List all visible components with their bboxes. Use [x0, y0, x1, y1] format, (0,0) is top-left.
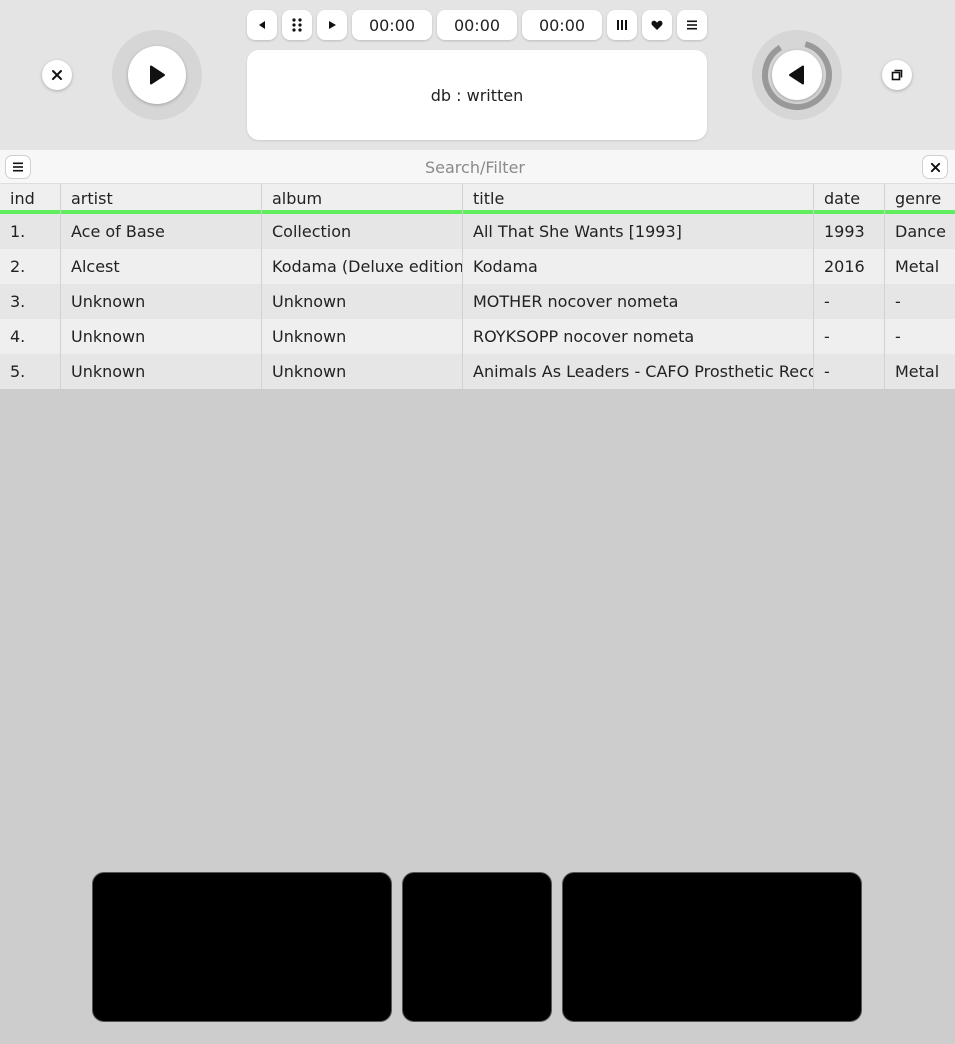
cell-title: MOTHER nocover nometa [463, 284, 814, 319]
prev-icon [259, 21, 265, 29]
cell-artist: Ace of Base [61, 214, 262, 249]
play-knob-button[interactable] [128, 46, 186, 104]
cell-date: - [814, 354, 885, 389]
cell-artist: Unknown [61, 284, 262, 319]
reverse-play-icon [789, 65, 804, 85]
cell-genre: Metal [895, 257, 940, 276]
close-window-button[interactable] [42, 60, 72, 90]
play-button[interactable] [317, 10, 347, 40]
cell-ind: 5. [0, 354, 61, 389]
heart-icon [651, 20, 663, 30]
status-display: db : written [247, 50, 707, 140]
cell-ind: 4. [0, 319, 61, 354]
menu-icon [13, 162, 23, 172]
column-header-date[interactable]: date [814, 184, 885, 214]
cell-album: Collection [262, 214, 463, 249]
cell-album: Unknown [262, 319, 463, 354]
clear-search-button[interactable] [922, 155, 948, 179]
columns-button[interactable] [607, 10, 637, 40]
grid-button[interactable] [282, 10, 312, 40]
favorite-button[interactable] [642, 10, 672, 40]
cell-album: Unknown [262, 284, 463, 319]
play-icon [329, 21, 336, 29]
column-header-artist[interactable]: artist [61, 184, 262, 214]
menu-icon [687, 20, 697, 30]
cell-artist: Unknown [61, 319, 262, 354]
cell-ind: 1. [0, 214, 61, 249]
table-row[interactable]: 3. Unknown Unknown MOTHER nocover nometa… [0, 284, 955, 319]
reverse-play-button[interactable] [772, 50, 822, 100]
cell-date: - [814, 284, 885, 319]
cell-date: 1993 [814, 214, 885, 249]
search-input[interactable] [40, 150, 910, 184]
prev-button[interactable] [247, 10, 277, 40]
time-elapsed: 00:00 [352, 10, 432, 40]
cell-genre: Metal [895, 362, 940, 381]
cover-panel-center [402, 872, 552, 1022]
cell-ind: 2. [0, 249, 61, 284]
cell-genre: - [895, 292, 901, 311]
cover-panel-left [92, 872, 392, 1022]
cover-panel-right [562, 872, 862, 1022]
cell-genre: - [895, 327, 901, 346]
cell-album: Kodama (Deluxe edition) [262, 249, 463, 284]
table-row[interactable]: 4. Unknown Unknown ROYKSOPP nocover nome… [0, 319, 955, 354]
column-header-ind[interactable]: ind [0, 184, 61, 214]
search-bar [0, 150, 955, 184]
player-controls: 00:00 00:00 00:00 db : written [0, 0, 955, 150]
table-row[interactable]: 2. Alcest Kodama (Deluxe edition) Kodama… [0, 249, 955, 284]
restore-icon [891, 69, 903, 81]
column-header-genre[interactable]: genre [885, 184, 955, 214]
grid-icon [292, 18, 302, 32]
cell-ind: 3. [0, 284, 61, 319]
cell-date: - [814, 319, 885, 354]
play-icon [150, 65, 165, 85]
cell-title: All That She Wants [1993] [463, 214, 814, 249]
cell-title: Animals As Leaders - CAFO Prosthetic Rec… [463, 354, 814, 389]
bars-icon [617, 20, 627, 30]
time-total: 00:00 [437, 10, 517, 40]
table-row[interactable]: 5. Unknown Unknown Animals As Leaders - … [0, 354, 955, 389]
column-header-album[interactable]: album [262, 184, 463, 214]
time-remaining: 00:00 [522, 10, 602, 40]
cell-album: Unknown [262, 354, 463, 389]
sidebar-menu-button[interactable] [5, 155, 31, 179]
cell-artist: Unknown [61, 354, 262, 389]
cell-title: ROYKSOPP nocover nometa [463, 319, 814, 354]
close-icon [930, 162, 940, 172]
track-table: ind artist album title date genre 1. Ace… [0, 184, 955, 389]
menu-button[interactable] [677, 10, 707, 40]
restore-window-button[interactable] [882, 60, 912, 90]
column-header-title[interactable]: title [463, 184, 814, 214]
table-row[interactable]: 1. Ace of Base Collection All That She W… [0, 214, 955, 249]
cell-artist: Alcest [61, 249, 262, 284]
cell-genre: Dance [895, 222, 946, 241]
cell-date: 2016 [814, 249, 885, 284]
table-header: ind artist album title date genre [0, 184, 955, 214]
close-icon [52, 70, 62, 80]
cell-title: Kodama [463, 249, 814, 284]
play-knob [112, 30, 202, 120]
reverse-knob [752, 30, 842, 120]
